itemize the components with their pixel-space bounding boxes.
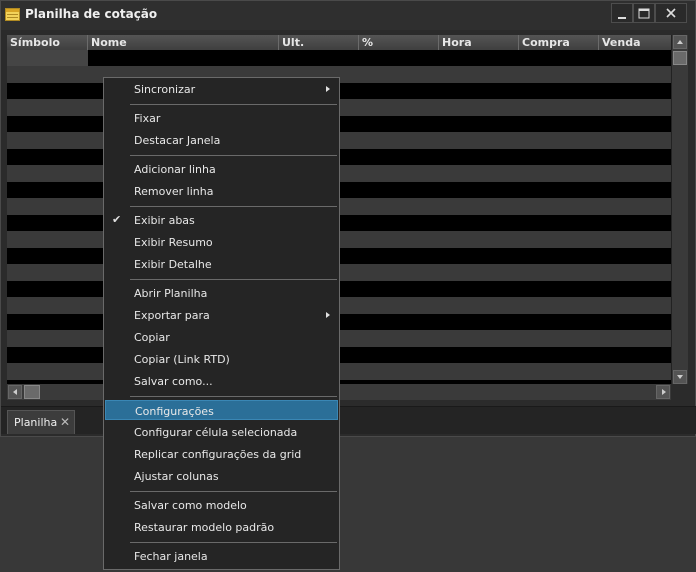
menu-item-label: Destacar Janela (134, 134, 221, 147)
close-icon (666, 8, 676, 18)
menu-item-exportar-para[interactable]: Exportar para (105, 305, 338, 325)
menu-item-label: Ajustar colunas (134, 470, 219, 483)
menu-item-label: Copiar (134, 331, 170, 344)
close-button[interactable] (655, 3, 687, 23)
title-bar[interactable]: Planilha de cotação (1, 1, 695, 30)
menu-item-sincronizar[interactable]: Sincronizar (105, 79, 338, 99)
menu-item-salvar-como-modelo[interactable]: Salvar como modelo (105, 495, 338, 515)
menu-item-label: Replicar configurações da grid (134, 448, 302, 461)
tab-planilha[interactable]: Planilha ✕ (7, 410, 75, 434)
menu-item-label: Copiar (Link RTD) (134, 353, 230, 366)
menu-item-label: Exibir Detalhe (134, 258, 212, 271)
menu-item-configuracoes[interactable]: Configurações (105, 400, 338, 420)
menu-item-exibir-resumo[interactable]: Exibir Resumo (105, 232, 338, 252)
menu-item-label: Configurar célula selecionada (134, 426, 298, 439)
tab-label: Planilha (14, 416, 58, 429)
window-title: Planilha de cotação (25, 7, 158, 21)
menu-item-exibir-detalhe[interactable]: Exibir Detalhe (105, 254, 338, 274)
menu-item-fixar[interactable]: Fixar (105, 108, 338, 128)
scroll-left-button[interactable] (8, 385, 22, 399)
menu-item-destacar-janela[interactable]: Destacar Janela (105, 130, 338, 150)
menu-separator (130, 104, 337, 105)
arrow-right-icon (662, 389, 666, 395)
menu-item-fechar-janela[interactable]: Fechar janela (105, 546, 338, 566)
menu-item-label: Exportar para (134, 309, 210, 322)
menu-item-copiar[interactable]: Copiar (105, 327, 338, 347)
column-header-ask[interactable]: Venda (599, 35, 671, 50)
menu-item-salvar-como[interactable]: Salvar como... (105, 371, 338, 391)
menu-item-ajustar-colunas[interactable]: Ajustar colunas (105, 466, 338, 486)
scroll-down-button[interactable] (673, 370, 687, 384)
menu-item-label: Exibir abas (134, 214, 195, 227)
column-header-bid[interactable]: Compra (519, 35, 599, 50)
menu-item-adicionar-linha[interactable]: Adicionar linha (105, 159, 338, 179)
menu-item-restaurar-modelo[interactable]: Restaurar modelo padrão (105, 517, 338, 537)
table-row[interactable] (7, 50, 671, 66)
menu-item-label: Fechar janela (134, 550, 208, 563)
menu-item-replicar-configuracoes[interactable]: Replicar configurações da grid (105, 444, 338, 464)
menu-separator (130, 542, 337, 543)
scroll-up-button[interactable] (673, 35, 687, 49)
column-header-percent[interactable]: % (359, 35, 439, 50)
menu-item-label: Salvar como modelo (134, 499, 247, 512)
spreadsheet-icon (5, 8, 20, 21)
vertical-scroll-thumb[interactable] (673, 51, 687, 65)
minimize-button[interactable] (611, 3, 633, 23)
column-header-symbol[interactable]: Símbolo (7, 35, 88, 50)
menu-item-label: Restaurar modelo padrão (134, 521, 275, 534)
arrow-left-icon (13, 389, 17, 395)
column-header-last[interactable]: Ult. (279, 35, 359, 50)
checkmark-icon: ✔ (112, 213, 122, 226)
menu-item-label: Adicionar linha (134, 163, 216, 176)
column-header-name[interactable]: Nome (88, 35, 279, 50)
menu-item-configurar-celula[interactable]: Configurar célula selecionada (105, 422, 338, 442)
menu-item-label: Exibir Resumo (134, 236, 213, 249)
grid-header: Símbolo Nome Ult. % Hora Compra Venda (7, 35, 671, 50)
menu-item-label: Configurações (135, 405, 214, 418)
menu-separator (130, 279, 337, 280)
minimize-icon (618, 17, 626, 19)
menu-separator (130, 396, 337, 397)
menu-item-label: Remover linha (134, 185, 214, 198)
arrow-up-icon (677, 40, 683, 44)
submenu-arrow-icon (326, 312, 330, 318)
submenu-arrow-icon (326, 86, 330, 92)
menu-item-label: Abrir Planilha (134, 287, 208, 300)
context-menu: Sincronizar Fixar Destacar Janela Adicio… (103, 77, 340, 570)
arrow-down-icon (677, 375, 683, 379)
menu-item-exibir-abas[interactable]: ✔ Exibir abas (105, 210, 338, 230)
menu-separator (130, 206, 337, 207)
menu-separator (130, 155, 337, 156)
maximize-button[interactable] (633, 3, 655, 23)
menu-item-copiar-link-rtd[interactable]: Copiar (Link RTD) (105, 349, 338, 369)
vertical-scrollbar[interactable] (671, 35, 688, 384)
scroll-right-button[interactable] (656, 385, 670, 399)
menu-item-label: Fixar (134, 112, 161, 125)
menu-item-abrir-planilha[interactable]: Abrir Planilha (105, 283, 338, 303)
menu-item-label: Salvar como... (134, 375, 213, 388)
menu-item-label: Sincronizar (134, 83, 196, 96)
horizontal-scroll-thumb[interactable] (24, 385, 40, 399)
maximize-icon (638, 8, 650, 19)
tab-close-icon[interactable]: ✕ (60, 416, 70, 428)
selected-cell[interactable] (7, 50, 88, 66)
column-header-time[interactable]: Hora (439, 35, 519, 50)
menu-separator (130, 491, 337, 492)
menu-item-remover-linha[interactable]: Remover linha (105, 181, 338, 201)
